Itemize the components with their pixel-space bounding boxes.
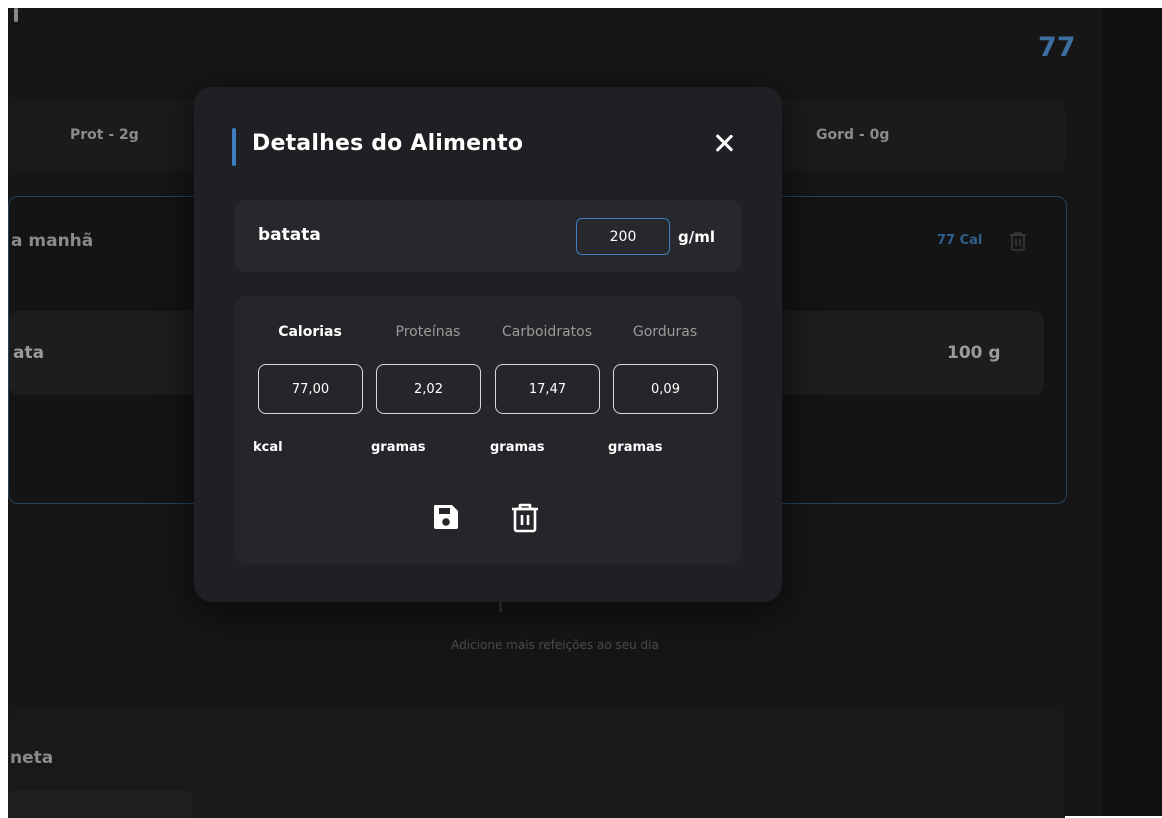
macro-fat: Gord - 0g bbox=[816, 127, 890, 143]
screen-edge-left bbox=[0, 0, 8, 818]
food-row-quantity: 100 g bbox=[947, 343, 1001, 363]
meal-calories: 77 Cal bbox=[937, 233, 983, 248]
meal-card-2[interactable]: neta bbox=[8, 708, 1065, 818]
save-icon[interactable] bbox=[431, 502, 461, 532]
meal-trash-icon[interactable] bbox=[1009, 231, 1027, 251]
nutrient-label[interactable]: Gorduras bbox=[610, 324, 720, 340]
calories-field[interactable] bbox=[258, 364, 363, 414]
macro-protein: Prot - 2g bbox=[70, 127, 139, 143]
nutrient-unit: gramas bbox=[608, 440, 663, 455]
quantity-input[interactable] bbox=[576, 218, 670, 255]
nutrients-panel: Calorias kcal Proteínas gramas Carboidra… bbox=[234, 296, 742, 564]
header-handle bbox=[14, 8, 18, 22]
meal-card-2-item bbox=[8, 790, 192, 818]
food-row-name: ata bbox=[13, 343, 45, 363]
nutrient-unit: kcal bbox=[253, 440, 283, 455]
fat-field[interactable] bbox=[613, 364, 718, 414]
food-details-modal: Detalhes do Alimento batata g/ml Caloria… bbox=[194, 87, 782, 602]
nutrient-label[interactable]: Proteínas bbox=[373, 324, 483, 340]
food-name: batata bbox=[258, 225, 321, 245]
food-panel: batata g/ml bbox=[234, 200, 742, 272]
nutrient-label[interactable]: Carboidratos bbox=[492, 324, 602, 340]
trash-icon[interactable] bbox=[510, 502, 540, 534]
meal-title-2: neta bbox=[10, 748, 54, 768]
title-accent-bar bbox=[232, 128, 236, 166]
carbs-field[interactable] bbox=[495, 364, 600, 414]
nutrient-unit: gramas bbox=[490, 440, 545, 455]
protein-field[interactable] bbox=[376, 364, 481, 414]
add-meal-hint: Adicione mais refeições ao seu dia bbox=[451, 638, 659, 652]
meal-title: a manhã bbox=[11, 231, 94, 251]
nutrient-label[interactable]: Calorias bbox=[255, 324, 365, 340]
modal-title: Detalhes do Alimento bbox=[252, 131, 524, 156]
side-background bbox=[1102, 8, 1162, 816]
quantity-unit: g/ml bbox=[678, 228, 715, 246]
nutrient-unit: gramas bbox=[371, 440, 426, 455]
close-icon[interactable] bbox=[712, 131, 736, 155]
total-calories: 77 bbox=[1038, 32, 1076, 63]
screen-edge-top bbox=[0, 0, 1162, 8]
